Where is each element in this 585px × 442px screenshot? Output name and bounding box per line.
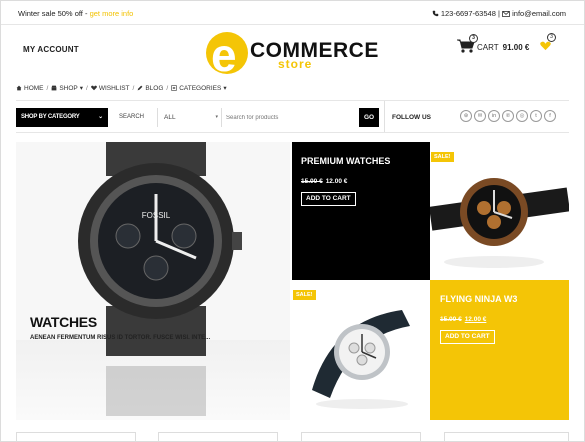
cart-summary: CART 91.00 € <box>477 43 529 52</box>
nav-wishlist-label: WISHLIST <box>98 84 130 92</box>
linkedin-icon[interactable]: in <box>488 110 500 122</box>
watch-brand-text: FOSSIL <box>142 211 171 220</box>
nav-separator: / <box>166 84 169 92</box>
premium-watches-tile[interactable]: PREMIUM WATCHES 15.00 €12.00 € ADD TO CA… <box>292 142 430 280</box>
nav-wishlist[interactable]: WISHLIST <box>90 84 130 92</box>
nav-home-label: HOME <box>24 84 44 92</box>
search-row-divider <box>16 132 569 133</box>
promo-link[interactable]: get more info <box>90 9 134 18</box>
fossil-watch-image: FOSSIL <box>78 142 242 416</box>
logo-commerce-text: COMMERCE <box>250 39 379 62</box>
main-nav: HOME / SHOP ▾ / WISHLIST / BLOG / CATEGO… <box>16 84 227 92</box>
top-bar: Winter sale 50% off - get more info 123-… <box>1 1 584 25</box>
nav-categories-label: CATEGORIES <box>179 84 222 92</box>
cart-label: CART <box>477 43 499 52</box>
wishlist-count-badge: 3 <box>547 33 556 42</box>
premium-new-price: 12.00 € <box>325 178 348 185</box>
shop-icon <box>51 85 57 91</box>
sale-watch-tile-2[interactable]: SALE! <box>292 280 430 420</box>
cart-count-badge: 3 <box>469 34 478 43</box>
email-address[interactable]: info@email.com <box>512 9 566 18</box>
nav-shop-label: SHOP <box>59 84 78 92</box>
hero-subtitle: AENEAN FERMENTUM RISUS ID TORTOR. FUSCE … <box>30 335 211 341</box>
ninja-new-price: 12.00 € <box>464 316 487 323</box>
categories-icon <box>171 85 177 91</box>
nav-separator: / <box>86 84 88 92</box>
home-icon <box>16 85 22 91</box>
search-input[interactable] <box>222 108 358 127</box>
contact-info: 123-6697-63548 | info@email.com <box>432 9 566 18</box>
pinterest-icon[interactable]: ℗ <box>502 110 514 122</box>
premium-title: PREMIUM WATCHES <box>301 156 391 166</box>
premium-old-price: 15.00 € <box>301 178 323 185</box>
instagram-icon[interactable]: ◎ <box>516 110 528 122</box>
ninja-price: 15.00 €12.00 € <box>440 316 486 323</box>
logo-e-letter: e <box>211 29 237 81</box>
search-label: SEARCH <box>119 114 145 120</box>
nav-divider <box>16 100 569 101</box>
chevron-down-icon: ▾ <box>79 85 83 92</box>
search-category-select[interactable]: ALL ▾ <box>157 108 222 127</box>
promo-text: Winter sale 50% off - <box>18 9 90 18</box>
pencil-icon <box>137 85 143 91</box>
shop-by-category-dropdown[interactable]: SHOP BY CATEGORY ⌄ <box>16 108 108 127</box>
chevron-down-icon: ⌄ <box>98 114 103 120</box>
silver-watch-image <box>312 310 410 409</box>
nav-shop[interactable]: SHOP ▾ <box>51 84 83 92</box>
shop-by-category-label: SHOP BY CATEGORY <box>21 114 80 120</box>
nav-separator: / <box>46 84 49 92</box>
nav-home[interactable]: HOME <box>16 85 44 92</box>
facebook-icon[interactable]: f <box>544 110 556 122</box>
sale-watch-tile-1[interactable]: SALE! <box>430 142 569 280</box>
site-logo[interactable]: e COMMERCE store <box>206 29 386 81</box>
premium-price: 15.00 €12.00 € <box>301 178 347 185</box>
mail-icon <box>502 11 510 17</box>
social-links: ⊛ ✉ in ℗ ◎ t f <box>460 110 556 122</box>
hero-title: WATCHES <box>30 314 97 330</box>
mail-icon[interactable]: ✉ <box>474 110 486 122</box>
flying-ninja-tile[interactable]: FLYING NINJA W3 15.00 €12.00 € ADD TO CA… <box>430 280 569 420</box>
heart-icon <box>540 41 551 51</box>
search-category-value: ALL <box>164 114 176 121</box>
nav-categories[interactable]: CATEGORIES ▾ <box>171 84 227 92</box>
hero-watches-banner[interactable]: FOSSIL WATCHES AENEAN FERMENTUM RISUS ID… <box>16 142 290 420</box>
my-account-link[interactable]: MY ACCOUNT <box>23 45 79 54</box>
nav-blog[interactable]: BLOG <box>137 85 163 92</box>
follow-us-label: FOLLOW US <box>392 114 431 121</box>
heart-icon <box>90 85 97 91</box>
cart-total: 91.00 € <box>502 43 530 52</box>
follow-divider <box>384 101 385 132</box>
nav-blog-label: BLOG <box>145 84 164 92</box>
twitter-icon[interactable]: t <box>530 110 542 122</box>
search-go-button[interactable]: GO <box>359 108 379 127</box>
product-row-peek <box>16 432 569 442</box>
nav-separator: / <box>132 84 135 92</box>
wishlist-button[interactable]: 3 <box>540 33 556 56</box>
logo-store-text: store <box>278 57 313 71</box>
rss-icon[interactable]: ⊛ <box>460 110 472 122</box>
gold-watch-image <box>430 178 569 268</box>
phone-number[interactable]: 123-6697-63548 <box>441 9 496 18</box>
product-card-peek <box>301 432 421 442</box>
product-card-peek <box>16 432 136 442</box>
chevron-down-icon: ▾ <box>223 85 227 92</box>
ninja-title: FLYING NINJA W3 <box>440 294 518 304</box>
product-card-peek <box>158 432 278 442</box>
product-card-peek <box>444 432 569 442</box>
ninja-old-price: 15.00 € <box>440 316 462 323</box>
premium-add-to-cart-button[interactable]: ADD TO CART <box>301 192 356 206</box>
chevron-down-icon: ▾ <box>215 114 218 120</box>
promo-banner: Winter sale 50% off - get more info <box>18 9 133 18</box>
phone-icon <box>432 10 439 17</box>
ninja-add-to-cart-button[interactable]: ADD TO CART <box>440 330 495 344</box>
